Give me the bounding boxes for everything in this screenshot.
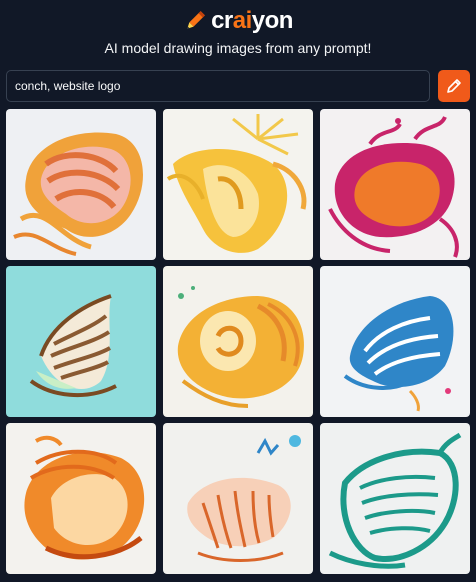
results-grid xyxy=(6,109,470,575)
conch-image xyxy=(320,423,470,574)
pencil-icon xyxy=(447,79,461,93)
prompt-input[interactable] xyxy=(6,70,430,102)
app-header: craiyon xyxy=(0,6,476,36)
result-image-6[interactable] xyxy=(320,266,470,417)
result-image-4[interactable] xyxy=(6,266,156,417)
result-image-2[interactable] xyxy=(163,109,313,260)
draw-button[interactable] xyxy=(438,70,470,102)
conch-image xyxy=(320,109,470,260)
result-image-7[interactable] xyxy=(6,423,156,574)
conch-image xyxy=(163,109,313,260)
conch-image xyxy=(163,266,313,417)
result-image-9[interactable] xyxy=(320,423,470,574)
tagline: AI model drawing images from any prompt! xyxy=(104,40,372,56)
app-logo[interactable]: craiyon xyxy=(211,7,293,35)
conch-image xyxy=(6,266,156,417)
conch-image xyxy=(6,109,156,260)
result-image-1[interactable] xyxy=(6,109,156,260)
conch-image xyxy=(6,423,156,574)
prompt-bar xyxy=(6,70,470,102)
result-image-5[interactable] xyxy=(163,266,313,417)
conch-image xyxy=(163,423,313,574)
result-image-8[interactable] xyxy=(163,423,313,574)
conch-image xyxy=(320,266,470,417)
result-image-3[interactable] xyxy=(320,109,470,260)
pencil-logo-icon xyxy=(187,11,205,29)
